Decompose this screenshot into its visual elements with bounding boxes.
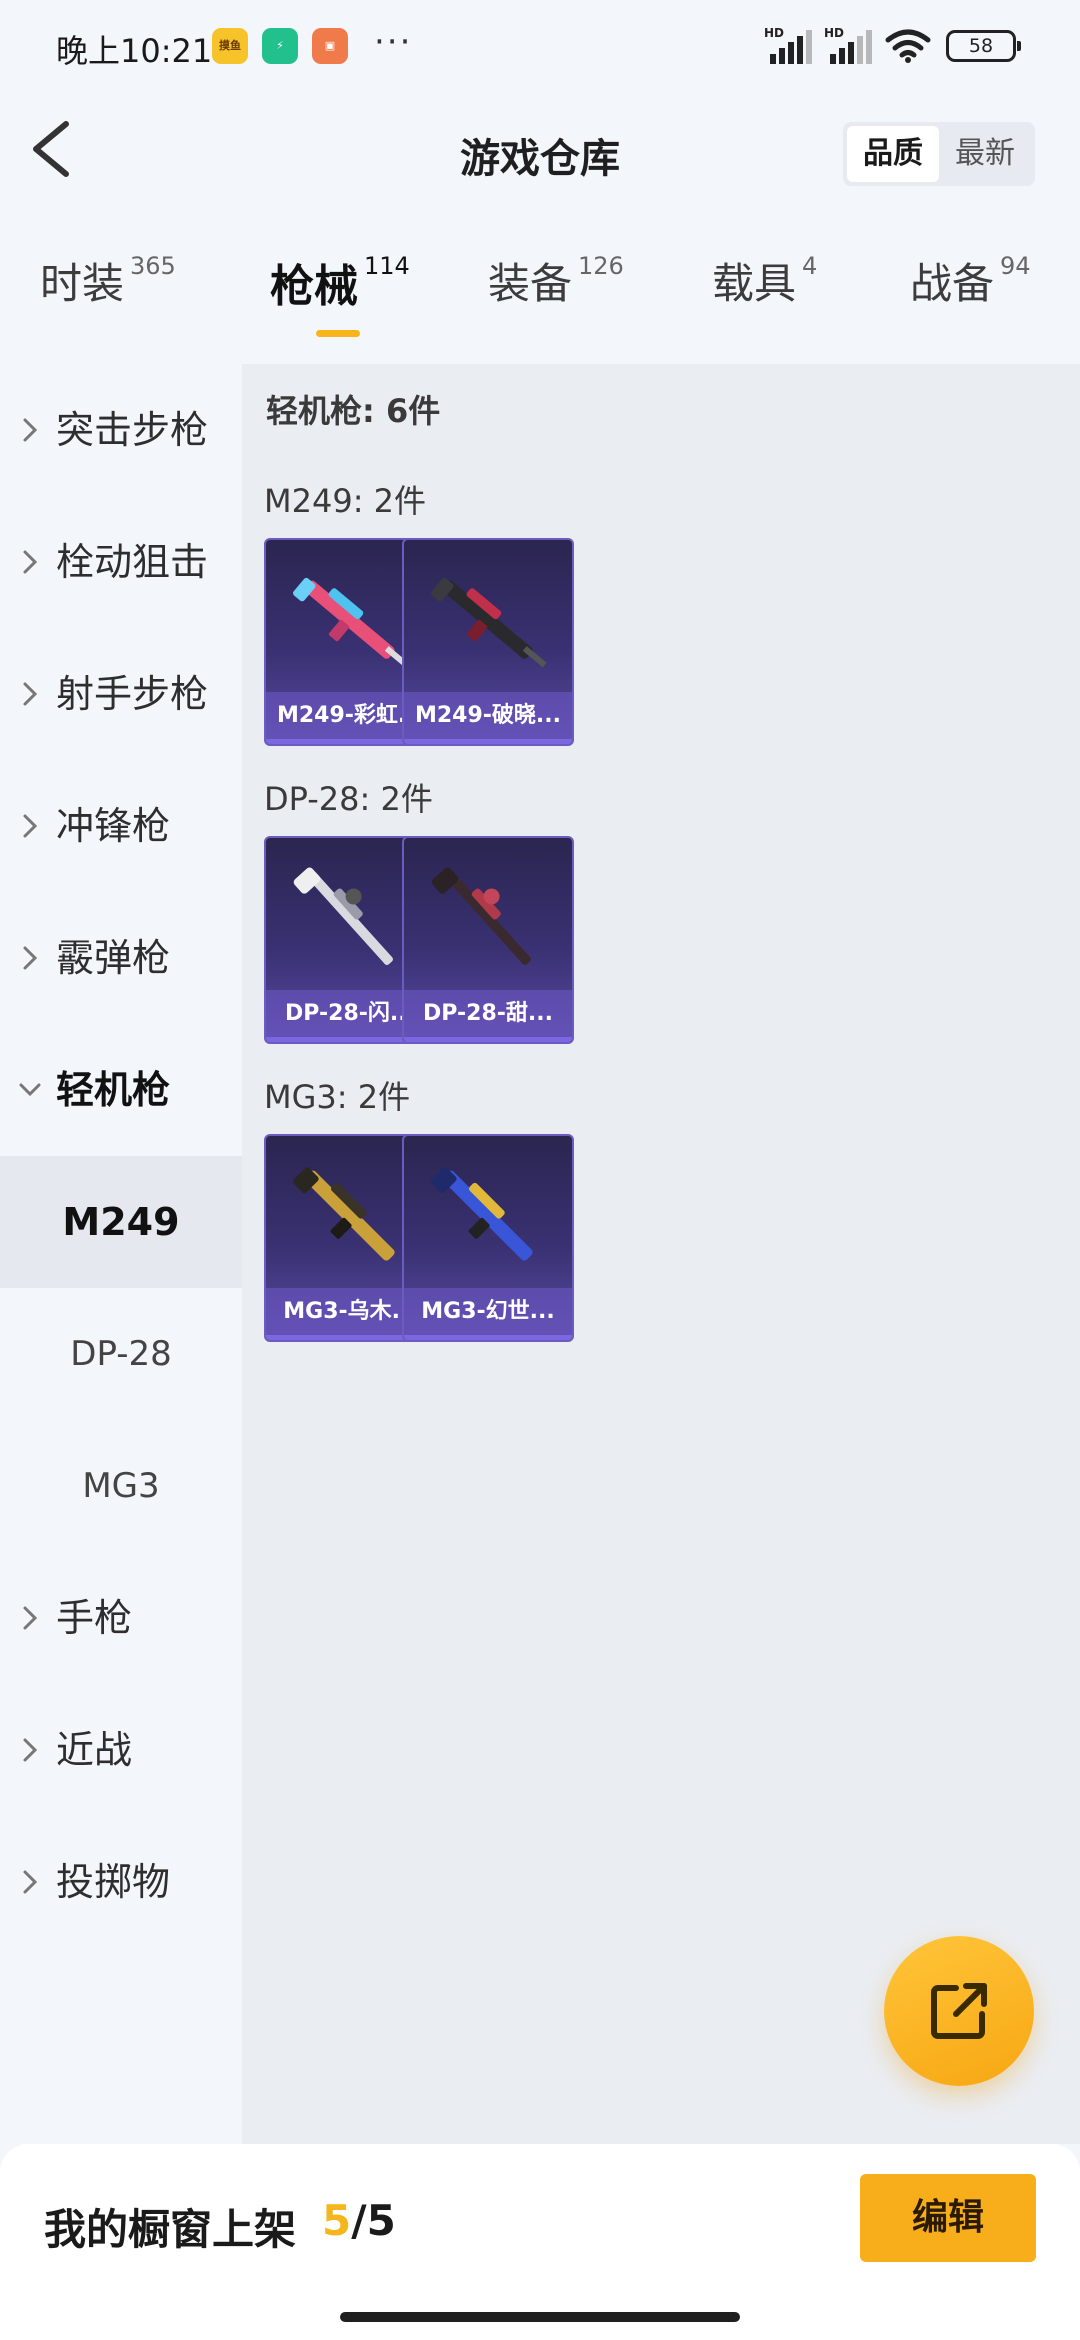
sidebar-item-melee[interactable]: 近战	[0, 1684, 242, 1816]
wifi-icon	[885, 29, 931, 63]
item-name: M249-破晓...	[404, 692, 572, 744]
sidebar-item-throwable[interactable]: 投掷物	[0, 1816, 242, 1948]
tab-label: 战备	[910, 259, 995, 308]
sidebar-subitem-dp28[interactable]: DP-28	[0, 1288, 242, 1420]
sidebar-item-label: 投掷物	[56, 1860, 171, 1904]
sidebar-item-label: 近战	[56, 1728, 133, 1772]
category-title: 轻机枪: 6件	[266, 392, 441, 430]
sidebar-subitem-mg3[interactable]: MG3	[0, 1420, 242, 1552]
tab-vehicles[interactable]: 载具 4	[712, 250, 817, 342]
group-title-dp28: DP-28: 2件	[264, 780, 433, 818]
active-tab-indicator	[316, 330, 360, 337]
category-tabs: 时装 365 枪械 114 装备 126 载具 4 战备 94	[0, 250, 1080, 342]
tab-count: 365	[130, 252, 176, 280]
signal-icon-1: HD	[764, 26, 820, 66]
battery-icon: 58	[946, 30, 1021, 62]
sort-by-quality-button[interactable]: 品质	[847, 126, 939, 182]
tab-label: 装备	[488, 259, 573, 308]
sidebar-item-shotgun[interactable]: 霰弹枪	[0, 892, 242, 1024]
sidebar-item-label: 射手步枪	[56, 672, 209, 716]
sidebar-item-lmg[interactable]: 轻机枪	[0, 1024, 242, 1156]
item-card[interactable]: DP-28-甜...	[402, 836, 574, 1044]
sidebar-subitem-m249[interactable]: M249	[0, 1156, 242, 1288]
shelf-separator: /	[351, 2196, 367, 2245]
tab-count: 126	[578, 252, 624, 280]
sidebar-item-label: 手枪	[56, 1596, 133, 1640]
signal-icon-2: HD	[824, 26, 880, 66]
app-notification-icon: 摸鱼	[212, 28, 248, 64]
weapon-image	[430, 1167, 533, 1261]
sort-by-newest-button[interactable]: 最新	[939, 126, 1031, 182]
status-time: 晚上10:21	[56, 32, 213, 70]
tab-count: 114	[364, 252, 410, 280]
sidebar-item-label: 突击步枪	[56, 408, 209, 452]
sort-toggle: 品质 最新	[843, 122, 1035, 186]
chevron-right-icon	[23, 814, 38, 838]
shelf-current: 5	[322, 2196, 352, 2245]
weapon-image	[431, 867, 531, 965]
chevron-right-icon	[23, 946, 38, 970]
tab-label: 枪械	[270, 261, 358, 312]
chevron-right-icon	[23, 1870, 38, 1894]
shelf-label: 我的橱窗上架	[44, 2205, 297, 2254]
chevron-right-icon	[23, 1606, 38, 1630]
sidebar-item-bolt-sniper[interactable]: 栓动狙击	[0, 496, 242, 628]
chevron-right-icon	[23, 550, 38, 574]
chevron-right-icon	[23, 418, 38, 442]
item-card[interactable]: M249-破晓...	[402, 538, 574, 746]
sidebar-item-label: 冲锋枪	[56, 804, 171, 848]
group-title-m249: M249: 2件	[264, 482, 427, 520]
tab-firearms[interactable]: 枪械 114	[270, 250, 410, 342]
weapon-image	[431, 577, 547, 668]
edit-button[interactable]: 编辑	[860, 2174, 1036, 2262]
sidebar-item-assault-rifle[interactable]: 突击步枪	[0, 364, 242, 496]
chevron-right-icon	[23, 1738, 38, 1762]
nav-bar: 游戏仓库 品质 最新	[0, 96, 1080, 212]
sidebar-item-smg[interactable]: 冲锋枪	[0, 760, 242, 892]
home-indicator[interactable]	[340, 2312, 740, 2322]
share-icon	[931, 1983, 987, 2039]
shelf-max: 5	[366, 2196, 396, 2245]
sidebar-item-label: 轻机枪	[56, 1068, 171, 1112]
tab-fashion[interactable]: 时装 365	[40, 250, 176, 342]
group-title-mg3: MG3: 2件	[264, 1078, 411, 1116]
chevron-down-icon	[19, 1083, 41, 1097]
item-list: 轻机枪: 6件 M249: 2件 M249-彩虹... M249-破晓... D…	[242, 364, 1080, 2144]
more-notifications-icon: ···	[374, 22, 413, 62]
share-button[interactable]	[884, 1936, 1034, 2086]
tab-equipment[interactable]: 装备 126	[488, 250, 624, 342]
chevron-right-icon	[23, 682, 38, 706]
bottom-bar: 我的橱窗上架 5/5 编辑	[0, 2144, 1080, 2340]
sidebar-item-label: 霰弹枪	[56, 936, 171, 980]
security-app-icon: ⚡	[262, 28, 298, 64]
tab-count: 4	[802, 252, 818, 280]
tab-supplies[interactable]: 战备 94	[910, 250, 1031, 342]
sidebar-item-marksman-rifle[interactable]: 射手步枪	[0, 628, 242, 760]
item-card[interactable]: MG3-幻世...	[402, 1134, 574, 1342]
tab-count: 94	[1000, 252, 1031, 280]
item-name: DP-28-甜...	[404, 990, 572, 1042]
status-bar: 晚上10:21 摸鱼 ⚡ ▣ ··· HD HD 58	[0, 0, 1080, 96]
tab-label: 载具	[712, 259, 797, 308]
sidebar-item-label: 栓动狙击	[56, 540, 209, 584]
shelf-count: 5/5	[322, 2196, 396, 2245]
sidebar-item-pistol[interactable]: 手枪	[0, 1552, 242, 1684]
sidebar: 突击步枪 栓动狙击 射手步枪 冲锋枪 霰弹枪 轻机枪 M249 DP-28 MG…	[0, 364, 242, 2144]
item-name: MG3-幻世...	[404, 1288, 572, 1340]
mi-app-icon: ▣	[312, 28, 348, 64]
tab-label: 时装	[40, 259, 125, 308]
